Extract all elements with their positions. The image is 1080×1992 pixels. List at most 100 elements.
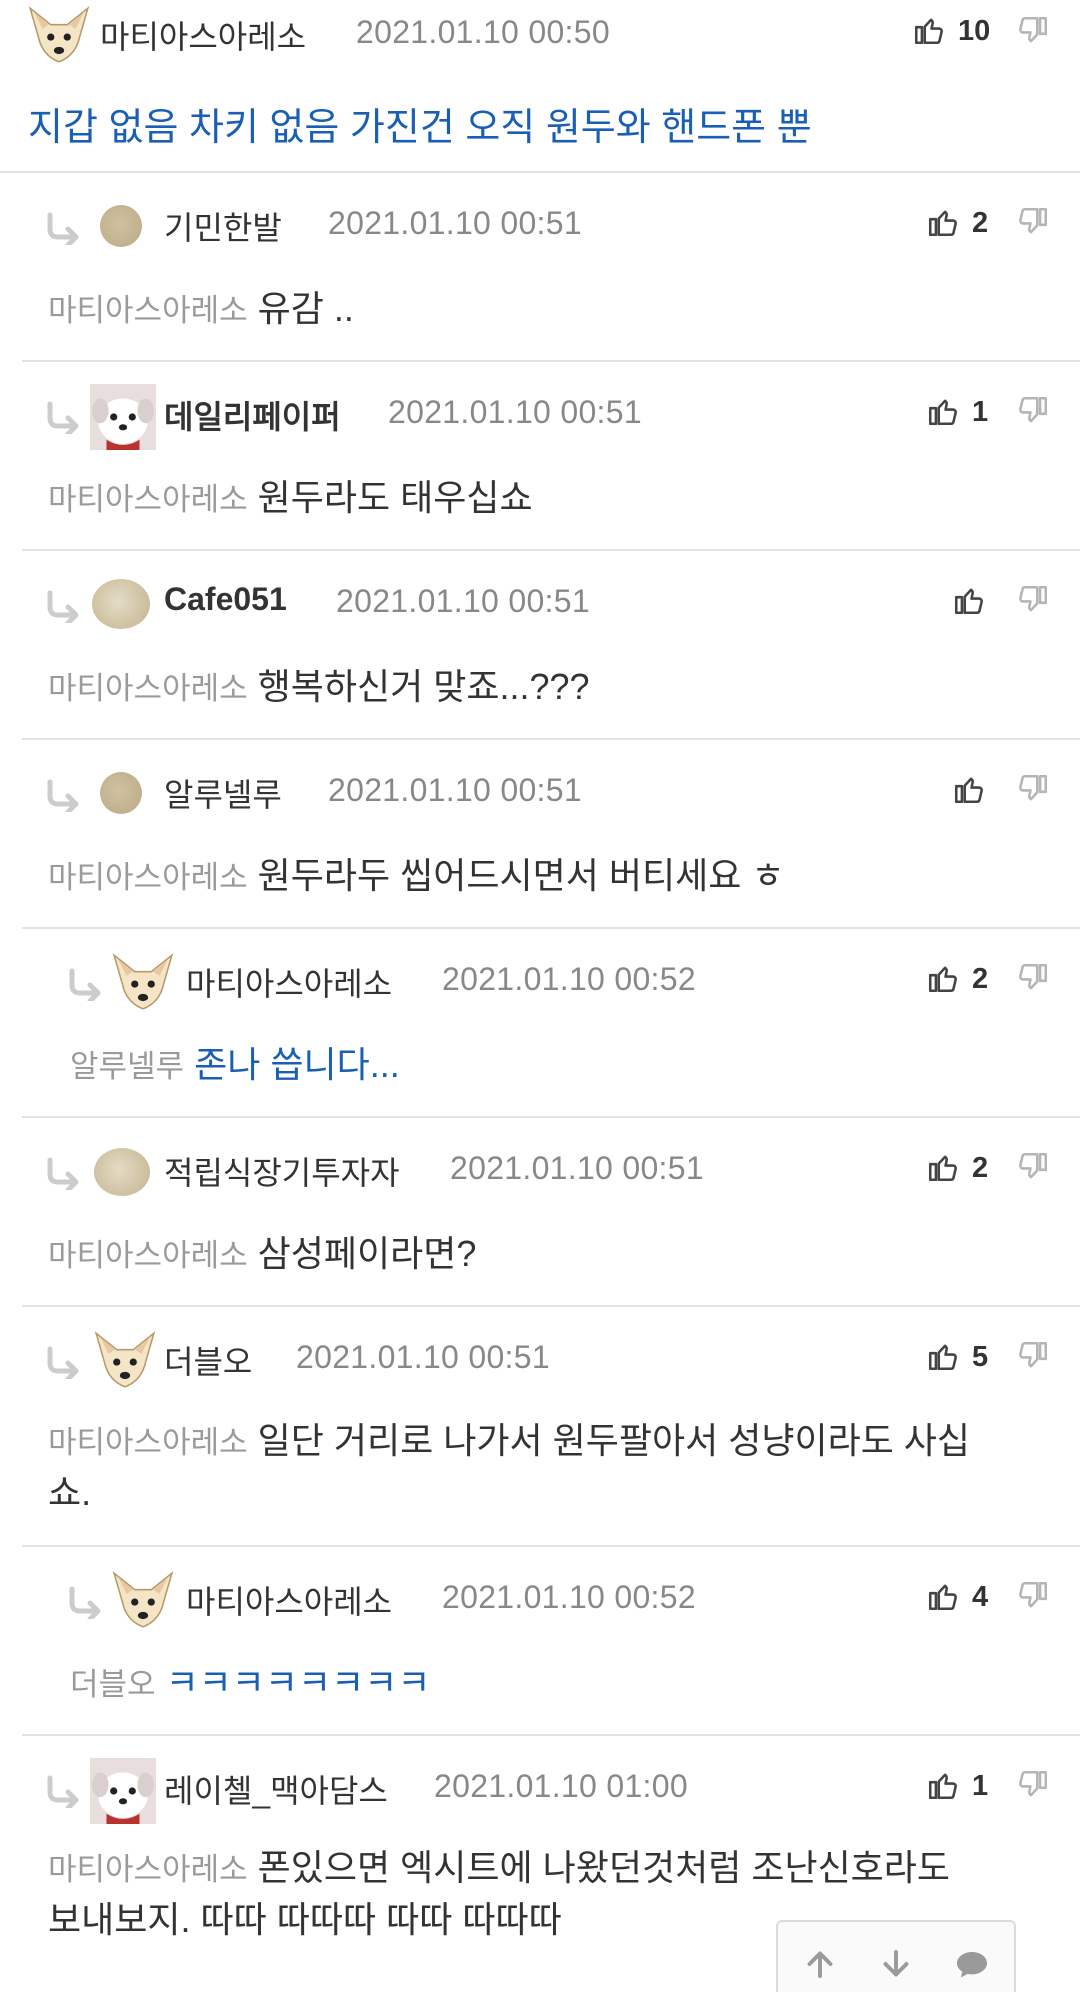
comment-body: 알루넬루 존나 씁니다... — [70, 1039, 400, 1093]
mention-author[interactable]: 마티아스아레소 — [48, 860, 248, 895]
dislike-icon[interactable] — [1016, 1768, 1050, 1802]
dislike-icon[interactable] — [1016, 14, 1050, 48]
chihuahua-avatar-icon[interactable] — [110, 949, 176, 1015]
like-icon[interactable] — [912, 13, 946, 47]
dog-avatar-icon[interactable] — [90, 384, 156, 450]
comment-header: 레이첼_맥아담스 2021.01.10 01:00 1 — [22, 1736, 1080, 1824]
like-icon[interactable] — [926, 205, 960, 239]
comment-author[interactable]: Cafe051 — [164, 581, 287, 618]
comment-icon[interactable] — [954, 1946, 990, 1982]
chihuahua-avatar-icon[interactable] — [26, 2, 92, 68]
mention-author[interactable]: 마티아스아레소 — [48, 293, 248, 328]
blob-avatar-icon[interactable] — [92, 579, 150, 629]
comment-timestamp: 2021.01.10 00:51 — [450, 1150, 704, 1186]
comment-header: 마티아스아레소 2021.01.10 00:52 2 — [22, 929, 1080, 1009]
mention-author[interactable]: 마티아스아레소 — [48, 482, 248, 517]
comment-header: 적립식장기투자자 2021.01.10 00:51 2 — [22, 1118, 1080, 1198]
like-count: 5 — [972, 1341, 989, 1373]
reply-arrow-icon — [66, 967, 104, 1001]
mention-author[interactable]: 마티아스아레소 — [48, 1852, 248, 1887]
comment-text-line2: 쇼. — [48, 1472, 92, 1513]
like-count: 1 — [972, 396, 989, 428]
comment-author[interactable]: 알루넬루 — [164, 770, 282, 816]
like-count: 1 — [972, 1770, 989, 1802]
chihuahua-avatar-icon[interactable] — [92, 1327, 158, 1393]
mention-author[interactable]: 알루넬루 — [70, 1049, 184, 1084]
reply-comment: 기민한발 2021.01.10 00:51 2 마티아스아레소 유감 .. — [22, 173, 1080, 362]
like-icon[interactable] — [926, 394, 960, 428]
mention-author[interactable]: 마티아스아레소 — [48, 1425, 248, 1460]
comment-text: 존나 씁니다... — [194, 1044, 400, 1085]
comment-timestamp: 2021.01.10 00:52 — [442, 1579, 696, 1615]
comment-author[interactable]: 마티아스아레소 — [186, 1577, 392, 1623]
tan-circle-avatar-icon[interactable] — [100, 205, 142, 247]
like-icon[interactable] — [926, 1579, 960, 1613]
comment-text-line2: 보내보지. 따따 따따따 따따 따따따 — [48, 1899, 562, 1940]
comment-author[interactable]: 적립식장기투자자 — [164, 1148, 400, 1194]
dislike-icon[interactable] — [1016, 1579, 1050, 1613]
reply-arrow-icon — [44, 400, 82, 434]
like-icon[interactable] — [926, 1150, 960, 1184]
comment-timestamp: 2021.01.10 00:50 — [356, 14, 610, 50]
comment-body: 마티아스아레소 폰있으면 엑시트에 나왔던것처럼 조난신호라도 — [48, 1842, 950, 1896]
comment-timestamp: 2021.01.10 00:52 — [442, 961, 696, 997]
comment-body: 마티아스아레소 유감 .. — [48, 283, 354, 337]
dislike-icon[interactable] — [1016, 1150, 1050, 1184]
dislike-icon[interactable] — [1016, 394, 1050, 428]
reply-arrow-icon — [44, 1774, 82, 1808]
comment-timestamp: 2021.01.10 00:51 — [296, 1339, 550, 1375]
like-count: 2 — [972, 207, 989, 239]
reply-comment: 마티아스아레소 2021.01.10 00:52 2 알루넬루 존나 씁니다... — [22, 929, 1080, 1118]
comment-timestamp: 2021.01.10 00:51 — [328, 772, 582, 808]
like-icon[interactable] — [926, 1768, 960, 1802]
comment: 마티아스아레소 2021.01.10 00:50 10 지갑 없음 차키 없음 … — [0, 0, 1080, 173]
like-count: 2 — [972, 1152, 989, 1184]
dislike-icon[interactable] — [1016, 772, 1050, 806]
tan-circle-avatar-icon[interactable] — [100, 772, 142, 814]
mention-author[interactable]: 마티아스아레소 — [48, 671, 248, 706]
comment-body: 더블오 ㅋㅋㅋㅋㅋㅋㅋㅋ — [70, 1657, 431, 1711]
arrow-up-icon[interactable] — [802, 1946, 838, 1982]
reply-comment: 데일리페이퍼 2021.01.10 00:51 1 마티아스아레소 원두라도 태우… — [22, 362, 1080, 551]
arrow-down-icon[interactable] — [878, 1946, 914, 1982]
dog-avatar-icon[interactable] — [90, 1758, 156, 1824]
comment-timestamp: 2021.01.10 00:51 — [336, 583, 590, 619]
comment-text-line1: 폰있으면 엑시트에 나왔던것처럼 조난신호라도 — [257, 1847, 951, 1888]
like-icon[interactable] — [926, 961, 960, 995]
dislike-icon[interactable] — [1016, 1339, 1050, 1373]
comment-body: 마티아스아레소 삼성페이라면? — [48, 1228, 476, 1282]
reply-arrow-icon — [44, 589, 82, 623]
reply-comment: 적립식장기투자자 2021.01.10 00:51 2 마티아스아레소 삼성페이라… — [22, 1118, 1080, 1307]
mention-author[interactable]: 더블오 — [70, 1667, 156, 1702]
reply-arrow-icon — [44, 1345, 82, 1379]
mention-author[interactable]: 마티아스아레소 — [48, 1238, 248, 1273]
like-count: 10 — [958, 15, 991, 47]
comment-header: 더블오 2021.01.10 00:51 5 — [22, 1307, 1080, 1387]
comment-timestamp: 2021.01.10 01:00 — [434, 1768, 688, 1804]
comment-author[interactable]: 기민한발 — [164, 203, 282, 249]
blob-avatar-icon[interactable] — [94, 1148, 150, 1196]
comment-author[interactable]: 더블오 — [164, 1337, 252, 1383]
like-icon[interactable] — [952, 772, 986, 806]
dislike-icon[interactable] — [1016, 961, 1050, 995]
reply-arrow-icon — [44, 1156, 82, 1190]
dislike-icon[interactable] — [1016, 583, 1050, 617]
comment-author[interactable]: 마티아스아레소 — [100, 12, 306, 58]
reply-comment: 더블오 2021.01.10 00:51 5 마티아스아레소 일단 거리로 나가서… — [22, 1307, 1080, 1547]
comment-header: 마티아스아레소 2021.01.10 00:52 4 — [22, 1547, 1080, 1627]
comment-body: 마티아스아레소 일단 거리로 나가서 원두팔아서 성냥이라도 사십 — [48, 1415, 970, 1469]
comment-author[interactable]: 데일리페이퍼 — [164, 392, 341, 438]
comment-author[interactable]: 마티아스아레소 — [186, 959, 392, 1005]
comment-body: 마티아스아레소 원두라도 태우십쇼 — [48, 472, 533, 526]
comment-text: ㅋㅋㅋㅋㅋㅋㅋㅋ — [165, 1662, 431, 1703]
like-count: 4 — [972, 1581, 989, 1613]
comment-author[interactable]: 레이첼_맥아담스 — [164, 1766, 388, 1812]
comment-nav-box — [776, 1920, 1016, 1992]
comment-body: 마티아스아레소 원두라두 씹어드시면서 버티세요 ㅎ — [48, 850, 784, 904]
chihuahua-avatar-icon[interactable] — [110, 1567, 176, 1633]
like-icon[interactable] — [952, 583, 986, 617]
like-icon[interactable] — [926, 1339, 960, 1373]
comment-header: 마티아스아레소 2021.01.10 00:50 10 — [0, 0, 1080, 80]
dislike-icon[interactable] — [1016, 205, 1050, 239]
reply-comment: 레이첼_맥아담스 2021.01.10 01:00 1 마티아스아레소 폰있으면 … — [22, 1736, 1080, 1940]
